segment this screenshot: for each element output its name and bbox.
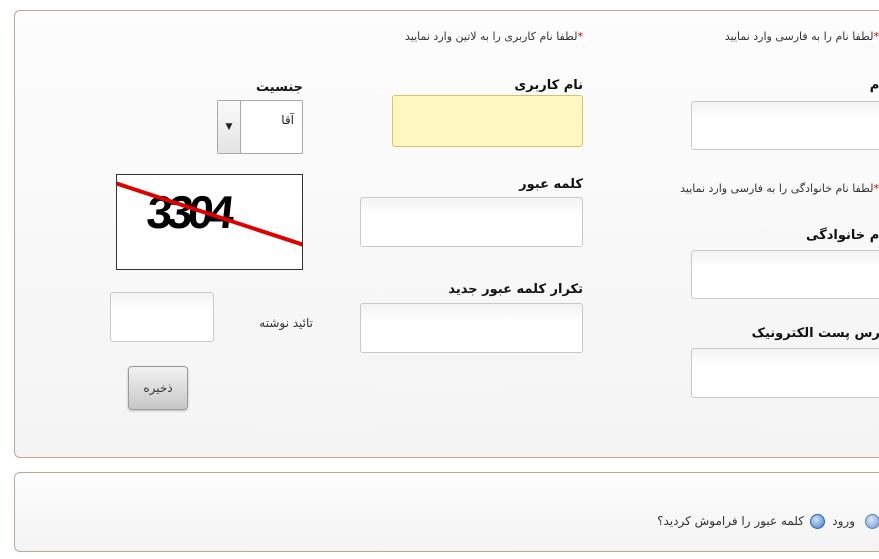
captcha-strike-line bbox=[117, 181, 302, 247]
captcha-confirm-label: تائید نوشته bbox=[259, 316, 313, 330]
password-repeat-input[interactable] bbox=[360, 303, 583, 353]
chevron-down-icon[interactable]: ▼ bbox=[218, 101, 241, 153]
help-icon[interactable] bbox=[810, 514, 825, 529]
last-name-input[interactable] bbox=[691, 250, 879, 299]
captcha-image: 3304 bbox=[116, 174, 303, 270]
username-hint: *لطفا نام کاربری را به لاتین وارد نمایید bbox=[405, 30, 583, 43]
email-input[interactable] bbox=[691, 348, 879, 398]
gender-selected-value: آقا bbox=[281, 113, 294, 127]
login-link[interactable]: ورود bbox=[832, 514, 855, 528]
first-name-hint: *لطفا نام را به فارسی وارد نمایید bbox=[724, 30, 879, 43]
last-name-hint: *لطفا نام خانوادگی را به فارسی وارد نمای… bbox=[680, 182, 879, 195]
username-label: نام کاربری bbox=[514, 78, 583, 93]
first-name-label: نام bbox=[869, 78, 879, 93]
gender-select[interactable]: ▼ آقا bbox=[217, 100, 303, 154]
username-input[interactable] bbox=[392, 95, 583, 147]
save-button[interactable]: ذخیره bbox=[128, 366, 188, 410]
email-label: آدرس پست الکترونیک bbox=[751, 326, 879, 341]
gender-label: جنسیت bbox=[256, 80, 303, 95]
captcha-confirm-input[interactable] bbox=[110, 292, 214, 342]
password-input[interactable] bbox=[360, 197, 583, 247]
password-repeat-label: تکرار کلمه عبور جدید bbox=[448, 282, 583, 297]
forgot-password-link[interactable]: کلمه عبور را فراموش کردید؟ bbox=[657, 514, 804, 528]
first-name-input[interactable] bbox=[691, 101, 879, 150]
user-icon[interactable] bbox=[865, 514, 879, 529]
password-label: کلمه عبور bbox=[519, 177, 583, 192]
last-name-label: نام خانوادگی bbox=[806, 228, 879, 243]
links-panel bbox=[14, 472, 879, 552]
